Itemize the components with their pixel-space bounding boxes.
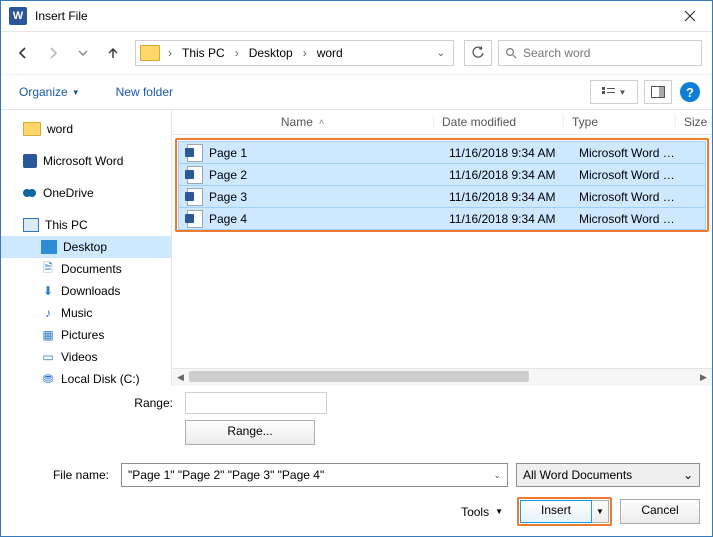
filename-label: File name: bbox=[13, 468, 113, 482]
preview-pane-button[interactable] bbox=[644, 80, 672, 104]
tree-msword[interactable]: Microsoft Word bbox=[1, 150, 171, 172]
file-row[interactable]: Page 3 11/16/2018 9:34 AM Microsoft Word… bbox=[178, 185, 706, 208]
search-box[interactable]: Search word bbox=[498, 40, 702, 66]
highlight-box: Page 1 11/16/2018 9:34 AM Microsoft Word… bbox=[175, 138, 709, 232]
insert-highlight: Insert ▼ bbox=[517, 497, 612, 526]
search-icon bbox=[505, 47, 517, 59]
tree-localdisk[interactable]: ⛃Local Disk (C:) bbox=[1, 368, 171, 386]
forward-button[interactable] bbox=[41, 41, 65, 65]
word-app-icon: W bbox=[9, 7, 27, 25]
videos-icon: ▭ bbox=[41, 350, 55, 364]
toolbar: Organize▼ New folder ▼ ? bbox=[1, 74, 712, 110]
tools-button[interactable]: Tools▼ bbox=[455, 503, 509, 521]
folder-icon bbox=[140, 45, 160, 61]
range-button[interactable]: Range... bbox=[185, 420, 315, 445]
column-headers[interactable]: Name˄ Date modified Type Size bbox=[172, 110, 712, 135]
insert-dropdown[interactable]: ▼ bbox=[592, 500, 609, 523]
tree-videos[interactable]: ▭Videos bbox=[1, 346, 171, 368]
tree-music[interactable]: ♪Music bbox=[1, 302, 171, 324]
cancel-button[interactable]: Cancel bbox=[620, 499, 700, 524]
insert-file-dialog: W Insert File › This PC › Desktop › word… bbox=[0, 0, 713, 537]
pc-icon bbox=[23, 218, 39, 232]
file-list-pane: Name˄ Date modified Type Size Page 1 11/… bbox=[172, 110, 712, 386]
disk-icon: ⛃ bbox=[41, 372, 55, 386]
crumb-word[interactable]: word bbox=[313, 44, 347, 62]
file-row[interactable]: Page 1 11/16/2018 9:34 AM Microsoft Word… bbox=[178, 141, 706, 164]
address-dropdown[interactable]: ⌄ bbox=[433, 48, 449, 59]
help-button[interactable]: ? bbox=[680, 82, 700, 102]
crumb-desktop[interactable]: Desktop bbox=[245, 44, 297, 62]
scroll-right-button[interactable]: ▶ bbox=[695, 369, 712, 386]
tree-desktop[interactable]: Desktop bbox=[1, 236, 171, 258]
horizontal-scrollbar[interactable]: ◀ ▶ bbox=[172, 368, 712, 386]
folder-icon bbox=[23, 122, 41, 136]
col-date[interactable]: Date modified bbox=[434, 115, 564, 129]
word-doc-icon bbox=[187, 144, 203, 162]
sort-asc-icon: ˄ bbox=[319, 117, 324, 127]
chevron-down-icon: ▼ bbox=[495, 507, 503, 516]
chevron-right-icon: › bbox=[164, 46, 176, 60]
file-rows: Page 1 11/16/2018 9:34 AM Microsoft Word… bbox=[172, 135, 712, 368]
chevron-down-icon: ⌄ bbox=[683, 468, 693, 482]
nav-tree[interactable]: word Microsoft Word OneDrive This PC Des… bbox=[1, 110, 172, 386]
chevron-down-icon[interactable]: ⌄ bbox=[493, 470, 501, 481]
pictures-icon: ▦ bbox=[41, 328, 55, 342]
chevron-right-icon: › bbox=[231, 46, 243, 60]
bottom-panel: Range: Range... File name: "Page 1" "Pag… bbox=[1, 386, 712, 536]
scroll-left-button[interactable]: ◀ bbox=[172, 369, 189, 386]
filename-input[interactable]: "Page 1" "Page 2" "Page 3" "Page 4" ⌄ bbox=[121, 463, 508, 487]
chevron-right-icon: › bbox=[299, 46, 311, 60]
view-mode-button[interactable]: ▼ bbox=[590, 80, 638, 104]
address-bar[interactable]: › This PC › Desktop › word ⌄ bbox=[135, 40, 454, 66]
titlebar: W Insert File bbox=[1, 1, 712, 32]
scroll-thumb[interactable] bbox=[189, 371, 529, 382]
search-placeholder: Search word bbox=[523, 46, 590, 60]
downloads-icon: ⬇ bbox=[41, 284, 55, 298]
music-icon: ♪ bbox=[41, 306, 55, 320]
tree-thispc[interactable]: This PC bbox=[1, 214, 171, 236]
chevron-down-icon: ▼ bbox=[72, 88, 80, 97]
nav-row: › This PC › Desktop › word ⌄ Search word bbox=[1, 32, 712, 74]
view-buttons: ▼ bbox=[590, 80, 672, 104]
organize-button[interactable]: Organize▼ bbox=[13, 81, 86, 103]
file-type-filter[interactable]: All Word Documents ⌄ bbox=[516, 463, 700, 487]
recent-locations-button[interactable] bbox=[71, 41, 95, 65]
tree-documents[interactable]: 🗎Documents bbox=[1, 258, 171, 280]
tree-word[interactable]: word bbox=[1, 118, 171, 140]
up-button[interactable] bbox=[101, 41, 125, 65]
word-doc-icon bbox=[187, 188, 203, 206]
documents-icon: 🗎 bbox=[41, 262, 55, 276]
tree-downloads[interactable]: ⬇Downloads bbox=[1, 280, 171, 302]
tree-pictures[interactable]: ▦Pictures bbox=[1, 324, 171, 346]
new-folder-button[interactable]: New folder bbox=[110, 81, 179, 103]
insert-button[interactable]: Insert bbox=[520, 500, 592, 523]
back-button[interactable] bbox=[11, 41, 35, 65]
file-row[interactable]: Page 2 11/16/2018 9:34 AM Microsoft Word… bbox=[178, 163, 706, 186]
body: word Microsoft Word OneDrive This PC Des… bbox=[1, 110, 712, 386]
word-icon bbox=[23, 154, 37, 168]
range-label: Range: bbox=[13, 396, 177, 410]
col-size[interactable]: Size bbox=[676, 115, 712, 129]
desktop-icon bbox=[41, 240, 57, 254]
close-button[interactable] bbox=[667, 1, 712, 31]
range-input[interactable] bbox=[185, 392, 327, 414]
window-title: Insert File bbox=[35, 9, 667, 23]
word-doc-icon bbox=[187, 166, 203, 184]
crumb-thispc[interactable]: This PC bbox=[178, 44, 229, 62]
word-doc-icon bbox=[187, 210, 203, 228]
file-row[interactable]: Page 4 11/16/2018 9:34 AM Microsoft Word… bbox=[178, 207, 706, 230]
dialog-actions: Tools▼ Insert ▼ Cancel bbox=[13, 497, 700, 526]
onedrive-icon bbox=[23, 186, 37, 200]
refresh-button[interactable] bbox=[464, 40, 492, 66]
col-type[interactable]: Type bbox=[564, 115, 676, 129]
col-name[interactable]: Name˄ bbox=[172, 115, 434, 129]
tree-onedrive[interactable]: OneDrive bbox=[1, 182, 171, 204]
